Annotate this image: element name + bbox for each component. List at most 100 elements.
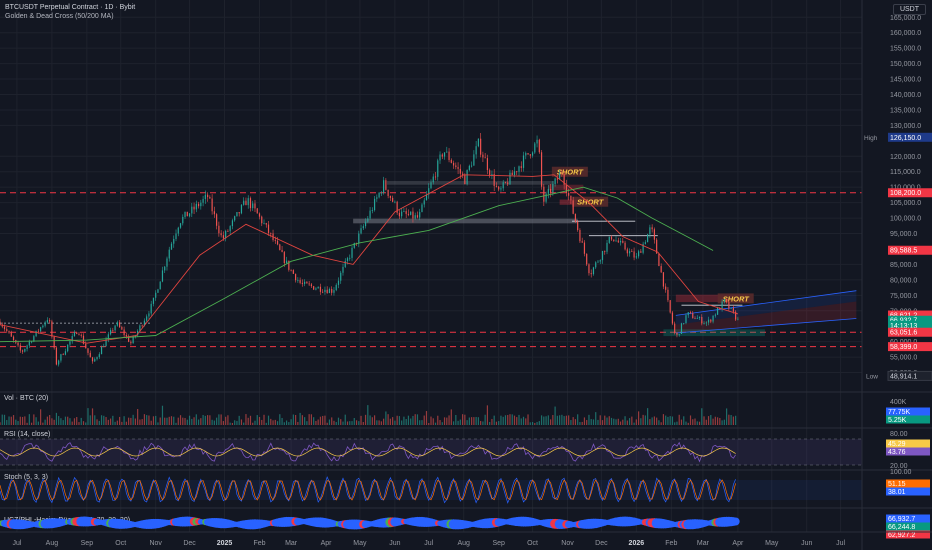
volume-bar [96,419,98,425]
low-value: 48,914.1 [890,373,917,380]
candle-body [261,216,263,224]
volume-bar [6,420,8,425]
candle-body [450,159,452,163]
candle-body [529,154,531,156]
volume-bar [132,414,134,425]
volume-bar [696,421,698,425]
volume-bar [146,415,148,425]
candle-body [667,289,669,301]
candle-body [37,330,39,332]
volume-bar [441,422,443,425]
candle-body [322,291,324,293]
volume-bar [78,422,80,425]
volume-bar [281,417,283,425]
volume-bar [342,421,344,425]
volume-bar [236,420,238,425]
volume-bar [91,408,94,425]
volume-bar [387,414,389,425]
candle-body [364,221,367,227]
volume-bar [211,419,213,425]
candle-body [263,223,265,224]
candle-body [701,316,703,324]
volume-bar [405,418,407,425]
candle-body [534,143,536,153]
volume-bar [346,421,349,425]
volume-bar [719,418,721,425]
candle-body [640,251,642,253]
candle-body [471,165,473,167]
candle-body [410,211,412,215]
volume-bar [17,421,19,425]
candle-body [608,236,610,243]
time-axis-tick: Sep [81,540,94,547]
time-axis-tick: Jun [801,540,812,547]
volume-bar [125,421,127,425]
volume-bar [710,414,712,425]
volume-bar [507,414,509,425]
time-axis-tick: May [765,540,779,547]
volume-bar [270,418,272,425]
volume-bar [62,420,64,425]
volume-bar [315,421,317,425]
volume-bar [116,420,118,425]
volume-bar [369,415,371,425]
candle-body [683,323,685,324]
candle-body [234,216,236,221]
candle-body [304,281,306,284]
candle-body [610,236,613,240]
volume-bar [477,417,479,425]
volume-bar [222,421,224,425]
volume-bar [493,415,495,425]
volume-bar [448,415,450,425]
volume-bar [529,422,531,425]
volume-bar [105,417,107,425]
candle-body [694,318,696,320]
candle-body [604,250,606,252]
price-axis-tick: 145,000.0 [890,77,921,84]
candle-body [403,211,405,212]
volume-bar [698,421,701,425]
price-badge-value: 108,200.0 [890,190,921,197]
candle-body [310,284,313,287]
volume-bar [322,415,324,425]
candle-body [378,192,380,198]
chart-canvas[interactable]: SHORTSHORTSHORT Vol · BTC (20)400K77.75K… [0,0,932,550]
candle-body [638,251,640,257]
candle-body [49,320,51,322]
volume-bar [157,422,159,425]
volume-pane-title: Vol · BTC (20) [4,395,48,402]
volume-bar [100,415,103,425]
volume-bar [256,415,258,425]
candle-body [64,351,67,355]
candle-body [279,244,281,250]
currency-button[interactable]: USDT [892,4,926,15]
price-axis-tick: 85,000.0 [890,262,917,269]
candle-body [80,334,82,336]
volume-bar [301,415,303,425]
volume-bar [358,421,360,425]
candle-body [213,211,215,215]
price-axis-tick: 80,000.0 [890,277,917,284]
ucz-dot [731,517,740,526]
candle-body [195,203,197,210]
candle-body [197,203,200,207]
volume-bar [615,419,617,425]
volume-bar [349,421,351,425]
candle-body [376,197,378,199]
volume-bar [554,406,556,425]
volume-bar [234,420,236,425]
volume-bar [716,417,719,425]
candle-body [60,354,62,361]
candle-body [89,352,91,358]
volume-bar [534,422,536,425]
candle-body [615,240,617,242]
candle-body [518,166,520,172]
candle-body [125,335,127,337]
volume-bar [495,421,498,425]
volume-bar [513,415,516,425]
volume-bar [592,419,595,425]
candle-body [346,258,349,261]
candle-body [665,286,667,290]
volume-bar [692,419,694,425]
candle-body [245,200,247,206]
